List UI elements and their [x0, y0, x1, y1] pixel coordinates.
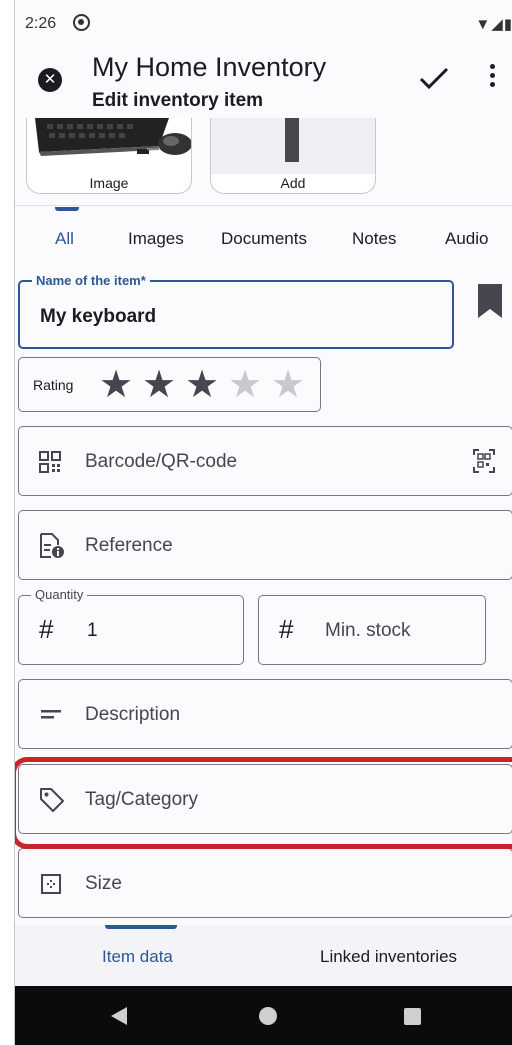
description-field[interactable]: Description [18, 679, 512, 749]
status-time: 2:26 [25, 15, 57, 32]
add-image-label: Add [280, 175, 306, 191]
size-field[interactable]: Size [18, 848, 512, 918]
document-info-icon [40, 533, 64, 558]
close-icon[interactable]: ✕ [38, 68, 62, 92]
quantity-field[interactable]: Quantity # 1 [18, 587, 244, 665]
active-nav-indicator [105, 925, 177, 929]
star-2-icon[interactable]: ★ [142, 366, 176, 404]
system-navigation-bar [15, 986, 512, 1045]
recent-apps-icon[interactable] [404, 1008, 421, 1025]
min-stock-label: Min. stock [325, 620, 411, 641]
tab-audio[interactable]: Audio [445, 229, 488, 249]
app-bar: ✕ My Home Inventory Edit inventory item [15, 46, 512, 118]
nav-linked-inventories[interactable]: Linked inventories [320, 947, 457, 967]
tab-all[interactable]: All [55, 229, 74, 249]
tab-documents[interactable]: Documents [221, 229, 307, 249]
app-title: My Home Inventory [92, 52, 327, 82]
status-bar: 2:26 ▼◢▮ [15, 0, 512, 46]
quantity-value: 1 [87, 620, 98, 641]
bottom-navigation: Item data Linked inventories [15, 925, 512, 986]
item-name-field[interactable]: Name of the item* My keyboard [18, 273, 454, 349]
barcode-field[interactable]: Barcode/QR-code [18, 426, 512, 496]
item-name-legend: Name of the item* [32, 273, 150, 288]
placeholder-icon [285, 118, 299, 162]
active-tab-indicator [55, 207, 79, 211]
star-1-icon[interactable]: ★ [99, 366, 133, 404]
reference-label: Reference [85, 535, 173, 556]
item-name-value: My keyboard [40, 306, 157, 327]
image-label: Image [89, 175, 129, 191]
home-icon[interactable] [259, 1007, 277, 1025]
add-image-button[interactable]: Add [210, 118, 376, 194]
star-3-icon[interactable]: ★ [185, 366, 219, 404]
rating-label: Rating [33, 377, 74, 393]
nav-item-data[interactable]: Item data [102, 947, 173, 967]
size-label: Size [85, 873, 122, 894]
description-icon [41, 710, 61, 719]
more-options-icon[interactable] [485, 64, 499, 94]
back-icon[interactable] [111, 1007, 127, 1025]
app-frame: 2:26 ▼◢▮ ✕ My Home Inventory Edit invent… [14, 0, 512, 1045]
hash-icon: # [39, 614, 54, 644]
star-5-icon[interactable]: ★ [271, 366, 305, 404]
tab-images[interactable]: Images [128, 229, 184, 249]
barcode-label: Barcode/QR-code [85, 451, 238, 472]
qr-scan-icon[interactable] [473, 449, 495, 473]
highlight-annotation [15, 757, 512, 849]
page-subtitle: Edit inventory item [92, 90, 264, 111]
star-4-icon[interactable]: ★ [228, 366, 262, 404]
item-image-thumbnail[interactable]: Image [26, 118, 192, 194]
bookmark-icon[interactable] [477, 284, 503, 318]
hash-icon: # [279, 614, 294, 644]
reference-field[interactable]: Reference [18, 510, 512, 580]
min-stock-field[interactable]: # Min. stock [258, 595, 486, 665]
system-status-icons: ▼◢▮ [475, 16, 512, 33]
rating-field: Rating ★ ★ ★ ★ ★ [18, 357, 321, 412]
save-check-icon[interactable] [416, 60, 452, 96]
keyboard-photo [27, 118, 191, 174]
barcode-icon [39, 451, 61, 473]
attachment-tabs: All Images Documents Notes Audio [15, 207, 512, 269]
description-label: Description [85, 704, 181, 725]
image-strip: Image Add [15, 118, 512, 206]
sync-icon [73, 14, 90, 31]
size-icon [41, 874, 61, 894]
tab-notes[interactable]: Notes [352, 229, 396, 249]
quantity-legend: Quantity [31, 587, 88, 602]
